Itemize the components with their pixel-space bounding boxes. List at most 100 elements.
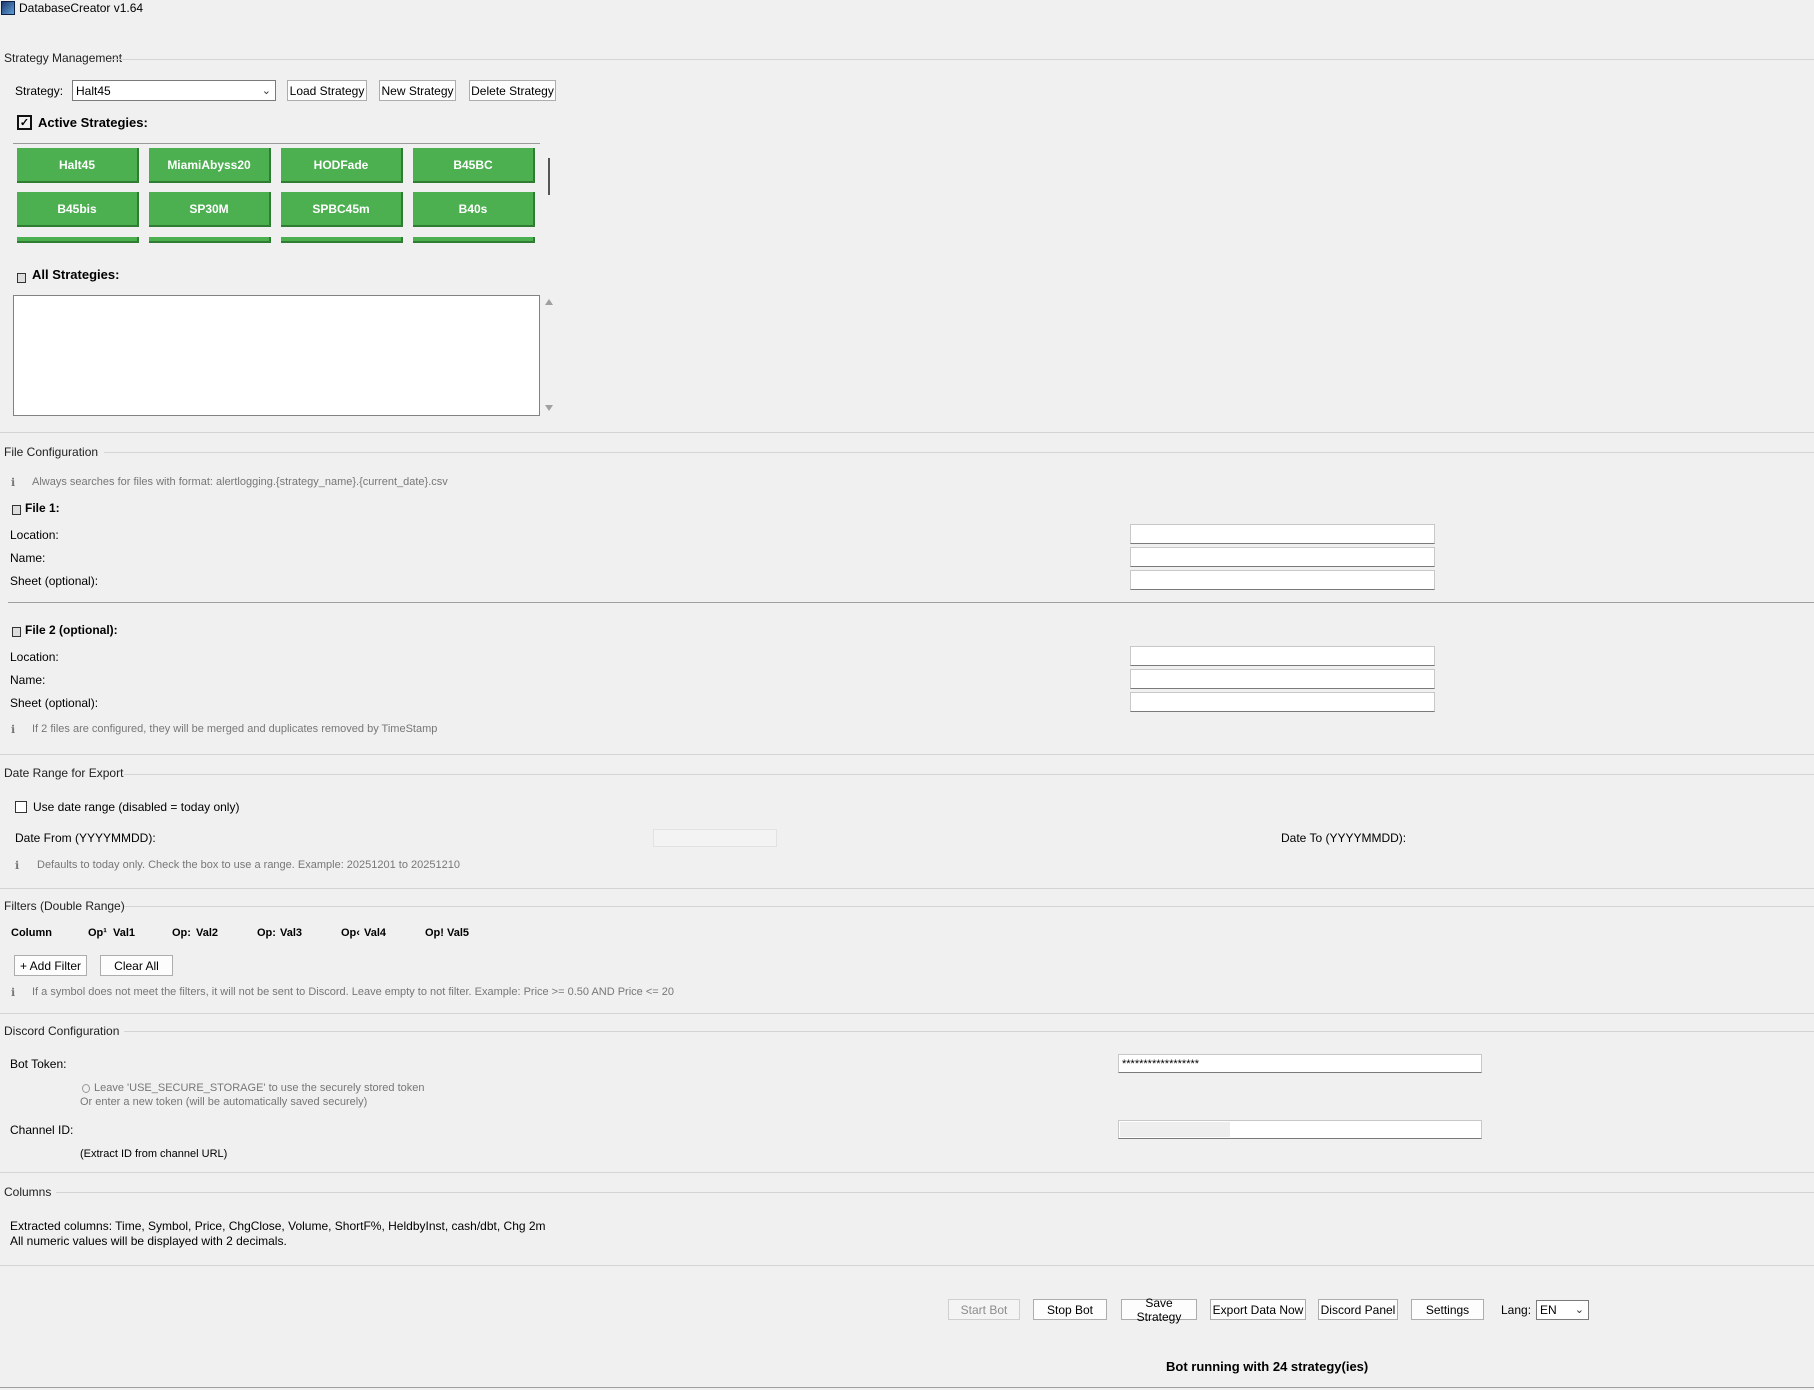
active-strategies-scrollbar[interactable] — [548, 158, 550, 195]
strategy-label: Strategy: — [15, 84, 64, 98]
stop-bot-button[interactable]: Stop Bot — [1033, 1299, 1107, 1320]
section-separator — [56, 1192, 1814, 1193]
active-strategies-title: Active Strategies: — [38, 115, 148, 130]
active-strategies-frame — [13, 143, 540, 144]
filter-header-column: Column — [11, 927, 52, 939]
active-strategy-button-partial[interactable] — [281, 237, 403, 243]
file2-sheet-label: Sheet (optional): — [10, 696, 99, 710]
file1-title: File 1: — [25, 501, 60, 515]
channel-hint: (Extract ID from channel URL) — [80, 1148, 228, 1160]
filters-info: If a symbol does not meet the filters, i… — [32, 986, 674, 998]
filter-header-val: Val2 — [196, 927, 219, 939]
add-filter-button[interactable]: + Add Filter — [14, 955, 87, 976]
file-icon — [12, 627, 21, 637]
file-separator — [8, 602, 1814, 603]
file2-sheet-input[interactable] — [1130, 692, 1435, 712]
info-icon: ℹ — [11, 987, 16, 999]
section-separator — [0, 888, 1814, 889]
active-strategy-button-partial[interactable] — [413, 237, 535, 243]
date-from-input[interactable] — [653, 829, 777, 847]
chevron-down-icon[interactable]: ⌄ — [1575, 1303, 1584, 1316]
info-icon: ℹ — [11, 724, 16, 736]
strategy-management-title: Strategy Management — [4, 51, 123, 65]
active-strategy-button[interactable]: SPBC45m — [281, 192, 403, 227]
section-separator — [124, 906, 1814, 907]
active-strategy-button[interactable]: HODFade — [281, 148, 403, 183]
filter-header-val: Val4 — [364, 927, 387, 939]
window-title: DatabaseCreator v1.64 — [19, 1, 144, 15]
filter-header-op: Op: — [257, 927, 276, 939]
filter-header-op: Op: — [172, 927, 191, 939]
section-separator — [124, 1031, 1814, 1032]
section-separator — [110, 59, 1814, 60]
file1-name-label: Name: — [10, 551, 46, 565]
load-strategy-button[interactable]: Load Strategy — [287, 80, 367, 101]
active-strategy-button-partial[interactable] — [149, 237, 271, 243]
discord-configuration-title: Discord Configuration — [4, 1024, 120, 1038]
export-data-button[interactable]: Export Data Now — [1210, 1299, 1306, 1320]
save-strategy-button[interactable]: Save Strategy — [1121, 1296, 1197, 1324]
filter-header-op: Op‹ — [341, 927, 360, 939]
filter-header-op: Op! — [425, 927, 444, 939]
app-icon — [1, 1, 15, 15]
active-strategy-button[interactable]: Halt45 — [17, 148, 139, 183]
columns-title: Columns — [4, 1185, 52, 1199]
list-icon — [17, 273, 26, 283]
file2-location-input[interactable] — [1130, 646, 1435, 666]
info-icon: ℹ — [15, 860, 20, 872]
strategy-combobox-value: Halt45 — [76, 83, 111, 98]
section-separator — [0, 1265, 1814, 1266]
filter-header-val: Val5 — [447, 927, 470, 939]
bot-token-input[interactable]: ****************** — [1118, 1054, 1482, 1073]
file1-location-input[interactable] — [1130, 524, 1435, 544]
file2-location-label: Location: — [10, 650, 59, 664]
section-separator — [104, 452, 1814, 453]
use-date-range-checkbox[interactable] — [15, 801, 27, 813]
active-strategy-button-partial[interactable] — [17, 237, 139, 243]
strategy-combobox[interactable]: Halt45 ⌄ — [72, 80, 276, 101]
start-bot-button[interactable]: Start Bot — [948, 1299, 1020, 1320]
lightbulb-icon — [82, 1084, 90, 1093]
file2-title: File 2 (optional): — [25, 623, 118, 637]
bottom-border — [0, 1387, 1814, 1388]
filter-header-val: Val3 — [280, 927, 303, 939]
section-separator — [0, 1172, 1814, 1173]
file1-name-input[interactable] — [1130, 547, 1435, 567]
section-separator — [0, 432, 1814, 433]
redacted-channel-id — [1120, 1122, 1230, 1137]
merge-info: If 2 files are configured, they will be … — [32, 723, 438, 735]
clear-all-button[interactable]: Clear All — [100, 955, 173, 976]
file1-sheet-label: Sheet (optional): — [10, 574, 99, 588]
filters-title: Filters (Double Range) — [4, 899, 125, 913]
date-from-label: Date From (YYYYMMDD): — [15, 831, 156, 845]
scroll-up-icon[interactable] — [545, 299, 553, 305]
new-strategy-button[interactable]: New Strategy — [379, 80, 456, 101]
bot-status: Bot running with 24 strategy(ies) — [1166, 1359, 1369, 1374]
channel-id-label: Channel ID: — [10, 1123, 74, 1137]
active-strategy-button[interactable]: MiamiAbyss20 — [149, 148, 271, 183]
active-strategy-button[interactable]: B45bis — [17, 192, 139, 227]
file1-sheet-input[interactable] — [1130, 570, 1435, 590]
channel-id-input[interactable] — [1118, 1120, 1482, 1139]
title-bar: DatabaseCreator v1.64 — [0, 0, 1814, 17]
date-to-label: Date To (YYYYMMDD): — [1281, 831, 1407, 845]
scroll-down-icon[interactable] — [545, 405, 553, 411]
all-strategies-listbox[interactable] — [13, 295, 540, 416]
delete-strategy-button[interactable]: Delete Strategy — [469, 80, 556, 101]
filter-header-op: Op¹ — [88, 927, 107, 939]
filter-header-val: Val1 — [113, 927, 136, 939]
active-strategy-button[interactable]: B40s — [413, 192, 535, 227]
chevron-down-icon[interactable]: ⌄ — [262, 84, 271, 97]
use-date-range-label[interactable]: Use date range (disabled = today only) — [33, 800, 239, 814]
active-strategy-button[interactable]: SP30M — [149, 192, 271, 227]
file-format-info: Always searches for files with format: a… — [32, 476, 448, 488]
file1-location-label: Location: — [10, 528, 59, 542]
file2-name-input[interactable] — [1130, 669, 1435, 689]
discord-panel-button[interactable]: Discord Panel — [1318, 1299, 1398, 1320]
settings-button[interactable]: Settings — [1411, 1299, 1484, 1320]
section-separator — [0, 1013, 1814, 1014]
token-hint-secure: Leave 'USE_SECURE_STORAGE' to use the se… — [94, 1082, 425, 1094]
lang-combobox[interactable]: EN ⌄ — [1536, 1300, 1589, 1320]
section-separator — [124, 774, 1814, 775]
active-strategy-button[interactable]: B45BC — [413, 148, 535, 183]
